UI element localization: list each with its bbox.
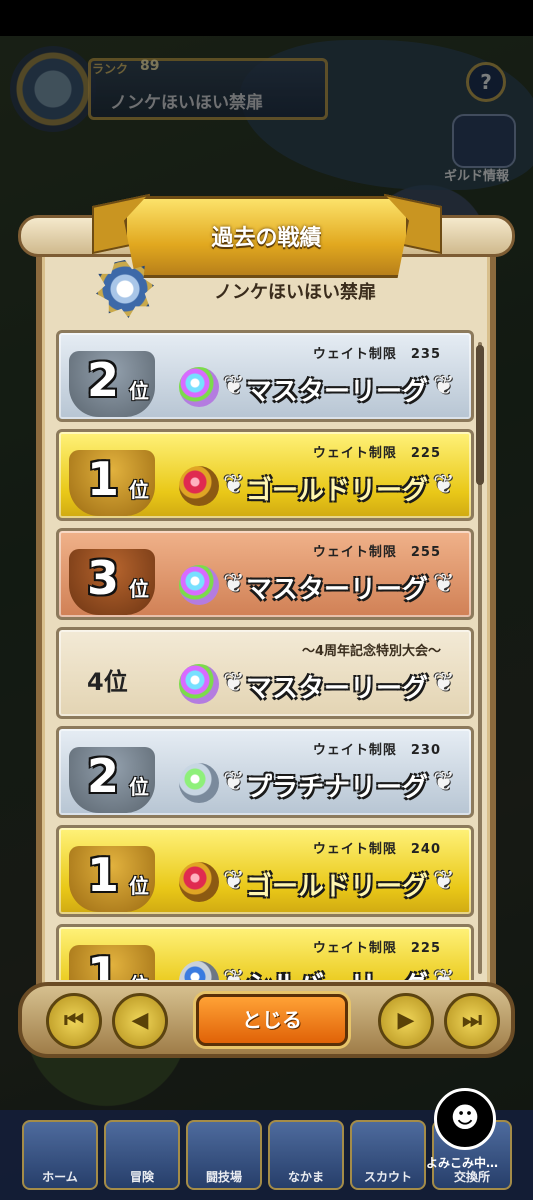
tab-arena-label: 闘技場 [205, 1170, 242, 1184]
laurel-right-icon: ❦ [433, 470, 455, 500]
league-name: ゴールドリーグ [245, 476, 428, 506]
league-gem-icon [179, 367, 219, 407]
league-gem-icon [179, 763, 219, 803]
laurel-right-icon: ❦ [433, 965, 455, 980]
laurel-right-icon: ❦ [433, 371, 455, 401]
result-row[interactable]: ウェイト制限 235 2 位 ❦ マスターリーグ ❦ [56, 330, 474, 422]
loading-ghost-icon: ☻ [434, 1088, 496, 1150]
rank-suffix: 位 [129, 577, 149, 601]
weight-limit: ウェイト制限 225 [312, 446, 441, 461]
rank-suffix: 位 [129, 874, 149, 898]
weight-limit: ウェイト制限 255 [312, 545, 441, 560]
tab-scout-label: スカウト [363, 1170, 412, 1184]
rank-suffix: 位 [129, 969, 149, 980]
tab-home-label: ホーム [42, 1170, 78, 1184]
rank-number: 1 [87, 848, 120, 902]
league-gem-icon [179, 664, 219, 704]
event-subtitle: ～4周年記念特別大会～ [301, 644, 441, 659]
tab-adventure-label: 冒険 [129, 1170, 154, 1184]
player-name: ノンケほいほい禁扉 [214, 282, 376, 303]
rank-suffix: 位 [129, 379, 149, 403]
tab-party-label: なかま [287, 1170, 324, 1184]
league-gem-icon [179, 565, 219, 605]
rank-suffix: 位 [129, 775, 149, 799]
results-list[interactable]: ウェイト制限 235 2 位 ❦ マスターリーグ ❦ ウェイト制限 225 1 … [56, 330, 474, 980]
league-gem-icon [179, 961, 219, 980]
rank-number: 3 [87, 551, 120, 605]
result-row[interactable]: ウェイト制限 225 1 位 ❦ シルバーリーグ ❦ [56, 924, 474, 980]
status-bar [0, 0, 533, 36]
league-name: マスターリーグ [245, 377, 428, 407]
prev-page-button[interactable]: ◀ [112, 993, 168, 1049]
result-row[interactable]: ～4周年記念特別大会～ 4位 ❦ マスターリーグ ❦ [56, 627, 474, 719]
laurel-right-icon: ❦ [433, 866, 455, 896]
league-name: プラチナリーグ [245, 773, 428, 803]
weight-limit: ウェイト制限 240 [312, 842, 441, 857]
rank-number: 1 [87, 947, 120, 980]
league-gem-icon [179, 466, 219, 506]
first-page-button[interactable]: ⏮ [46, 993, 102, 1049]
weight-limit: ウェイト制限 230 [312, 743, 441, 758]
rank-number: 1 [87, 452, 120, 506]
weight-limit: ウェイト制限 225 [312, 941, 441, 956]
last-page-button[interactable]: ⏭ [444, 993, 500, 1049]
rank-suffix: 位 [129, 478, 149, 502]
league-name: マスターリーグ [245, 575, 428, 605]
result-row[interactable]: ウェイト制限 240 1 位 ❦ ゴールドリーグ ❦ [56, 825, 474, 917]
league-gem-icon [179, 862, 219, 902]
panel-title: 過去の戦績 [211, 226, 322, 251]
league-name: ゴールドリーグ [245, 872, 428, 902]
result-row[interactable]: ウェイト制限 255 3 位 ❦ マスターリーグ ❦ [56, 528, 474, 620]
result-row[interactable]: ウェイト制限 225 1 位 ❦ ゴールドリーグ ❦ [56, 429, 474, 521]
scrollbar-thumb[interactable] [476, 345, 484, 485]
weight-limit: ウェイト制限 235 [312, 347, 441, 362]
laurel-right-icon: ❦ [433, 668, 455, 698]
league-name: マスターリーグ [245, 674, 428, 704]
league-name: シルバーリーグ [237, 965, 437, 980]
result-row[interactable]: ウェイト制限 230 2 位 ❦ プラチナリーグ ❦ [56, 726, 474, 818]
loading-label: よみこみ中… [426, 1156, 499, 1170]
next-page-button[interactable]: ▶ [378, 993, 434, 1049]
rank-number: 2 [87, 749, 120, 803]
rank-number: 2 [87, 353, 120, 407]
close-button[interactable]: とじる [196, 994, 348, 1046]
laurel-right-icon: ❦ [433, 569, 455, 599]
laurel-right-icon: ❦ [433, 767, 455, 797]
rank-text: 4位 [87, 668, 128, 696]
